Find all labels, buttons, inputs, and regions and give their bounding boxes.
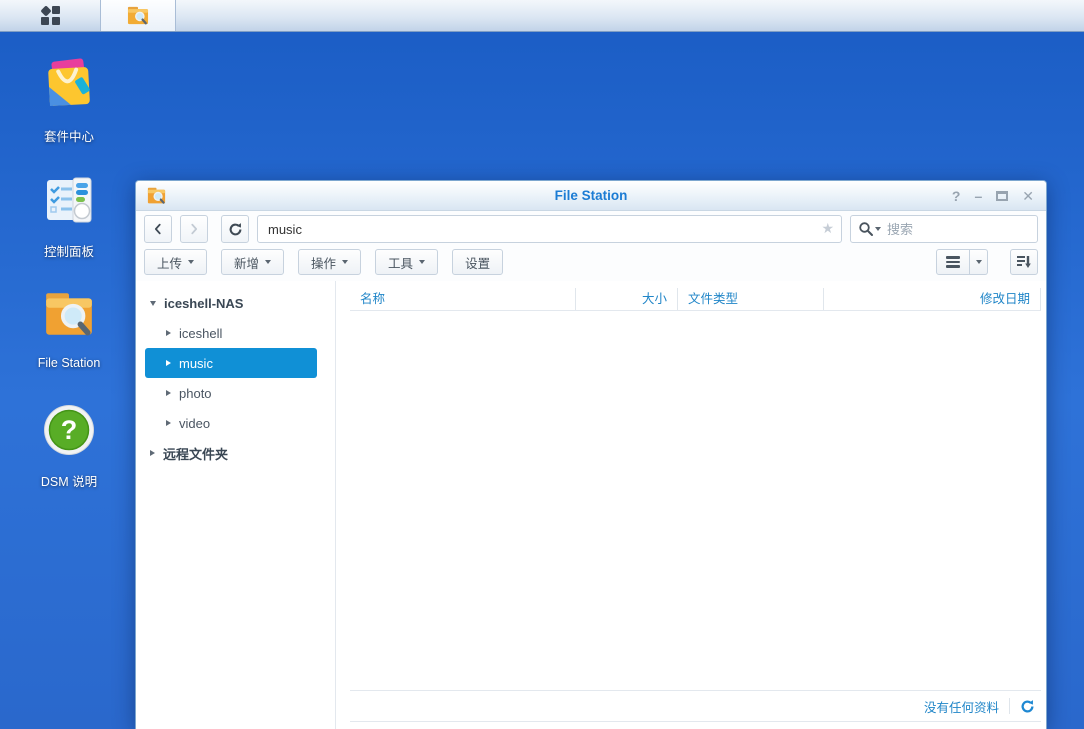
settings-button-label: 设置 [465, 253, 490, 272]
create-button-label: 新增 [234, 253, 259, 272]
tools-button-label: 工具 [388, 253, 413, 272]
file-station-window: File Station ? – ✕ ★ [135, 180, 1047, 729]
desktop-icon-label: 套件中心 [17, 126, 121, 145]
desktop-icon-label: File Station [17, 356, 121, 370]
toolbar: 上传 新增 操作 工具 设置 [136, 247, 1046, 281]
sort-button[interactable] [1010, 249, 1038, 275]
desktop-icon-label: 控制面板 [17, 241, 121, 260]
refresh-icon [1020, 699, 1035, 714]
sidebar-item-photo[interactable]: photo [136, 378, 335, 408]
settings-button[interactable]: 设置 [452, 249, 503, 275]
taskbar [0, 0, 1084, 32]
tree-collapse-icon[interactable] [166, 420, 171, 426]
sidebar-item-iceshell[interactable]: iceshell [136, 318, 335, 348]
tree-expand-icon[interactable] [150, 301, 156, 306]
column-header-modified[interactable]: 修改日期 [823, 288, 1041, 310]
back-chevron-icon [151, 222, 165, 236]
action-button[interactable]: 操作 [298, 249, 361, 275]
tree-collapse-icon[interactable] [150, 450, 155, 456]
list-view-icon [946, 256, 960, 268]
sidebar-item-iceshell-nas[interactable]: iceshell-NAS [136, 288, 335, 318]
view-mode-group [936, 249, 988, 275]
file-list-panel: 名称 大小 文件类型 修改日期 没有任何资料 [336, 281, 1046, 729]
tree-item-label: photo [179, 386, 212, 401]
address-bar: ★ [257, 215, 842, 243]
sidebar-folder-tree: iceshell-NAS iceshell music photo video [136, 281, 336, 729]
desktop-icon-package-center[interactable]: 套件中心 [17, 58, 121, 145]
column-header-type[interactable]: 文件类型 [677, 288, 823, 310]
desktop-icon-dsm-help[interactable]: ? DSM 说明 [17, 403, 121, 490]
action-button-label: 操作 [311, 253, 336, 272]
list-view-button[interactable] [936, 249, 970, 275]
search-box [850, 215, 1038, 243]
window-controls: ? – ✕ [952, 189, 1046, 203]
sidebar-item-video[interactable]: video [136, 408, 335, 438]
tree-collapse-icon[interactable] [166, 360, 171, 366]
window-titlebar[interactable]: File Station ? – ✕ [136, 181, 1046, 211]
window-title: File Station [136, 188, 1046, 203]
svg-text:?: ? [61, 415, 78, 445]
grid-menu-icon [41, 6, 60, 25]
dsm-help-icon: ? [42, 403, 96, 457]
status-divider [1009, 698, 1010, 714]
view-mode-caret-button[interactable] [970, 249, 988, 275]
window-bottom-padding [350, 722, 1041, 729]
desktop-icon-label: DSM 说明 [17, 471, 121, 490]
help-button[interactable]: ? [952, 189, 961, 203]
tree-item-label: iceshell [179, 326, 222, 341]
status-bar: 没有任何资料 [350, 690, 1041, 722]
file-station-icon [42, 288, 96, 342]
upload-button-label: 上传 [157, 253, 182, 272]
back-button[interactable] [144, 215, 172, 243]
sidebar-item-remote-folders[interactable]: 远程文件夹 [136, 438, 335, 468]
upload-button[interactable]: 上传 [144, 249, 207, 275]
tree-item-label: 远程文件夹 [163, 444, 228, 463]
desktop[interactable]: 套件中心 控制面板 [0, 0, 1084, 729]
control-panel-icon [42, 173, 96, 227]
favorite-star-icon[interactable]: ★ [821, 220, 834, 237]
search-scope-caret-icon[interactable] [875, 227, 881, 231]
file-list-empty-area[interactable] [350, 311, 1041, 690]
navigation-bar: ★ [136, 211, 1046, 247]
empty-status-text: 没有任何资料 [924, 697, 999, 716]
dropdown-caret-icon [342, 260, 348, 264]
window-body: iceshell-NAS iceshell music photo video [136, 281, 1046, 729]
tree-item-label: music [179, 356, 213, 371]
close-button[interactable]: ✕ [1022, 189, 1034, 203]
tools-button[interactable]: 工具 [375, 249, 438, 275]
forward-button[interactable] [180, 215, 208, 243]
sidebar-item-music[interactable]: music [145, 348, 317, 378]
search-icon [858, 221, 874, 237]
column-header-size[interactable]: 大小 [575, 288, 677, 310]
taskbar-app-file-station[interactable] [101, 0, 176, 31]
tree-collapse-icon[interactable] [166, 390, 171, 396]
chevron-down-icon [976, 260, 982, 264]
dropdown-caret-icon [188, 260, 194, 264]
sort-icon [1016, 254, 1032, 270]
status-refresh-button[interactable] [1020, 699, 1035, 714]
window-folder-icon [146, 187, 167, 205]
dropdown-caret-icon [419, 260, 425, 264]
file-station-folder-icon [126, 5, 150, 26]
forward-chevron-icon [187, 222, 201, 236]
main-menu-button[interactable] [0, 0, 101, 31]
desktop-icon-control-panel[interactable]: 控制面板 [17, 173, 121, 260]
minimize-button[interactable]: – [974, 189, 982, 203]
refresh-icon [228, 222, 243, 237]
file-list-header: 名称 大小 文件类型 修改日期 [350, 288, 1041, 311]
tree-item-label: video [179, 416, 210, 431]
address-input[interactable] [257, 215, 842, 243]
dropdown-caret-icon [265, 260, 271, 264]
tree-root-label: iceshell-NAS [164, 296, 243, 311]
refresh-button[interactable] [221, 215, 249, 243]
maximize-button[interactable] [996, 191, 1008, 201]
tree-collapse-icon[interactable] [166, 330, 171, 336]
column-header-name[interactable]: 名称 [350, 288, 575, 310]
desktop-icon-file-station[interactable]: File Station [17, 288, 121, 370]
package-center-icon [42, 58, 96, 112]
create-button[interactable]: 新增 [221, 249, 284, 275]
